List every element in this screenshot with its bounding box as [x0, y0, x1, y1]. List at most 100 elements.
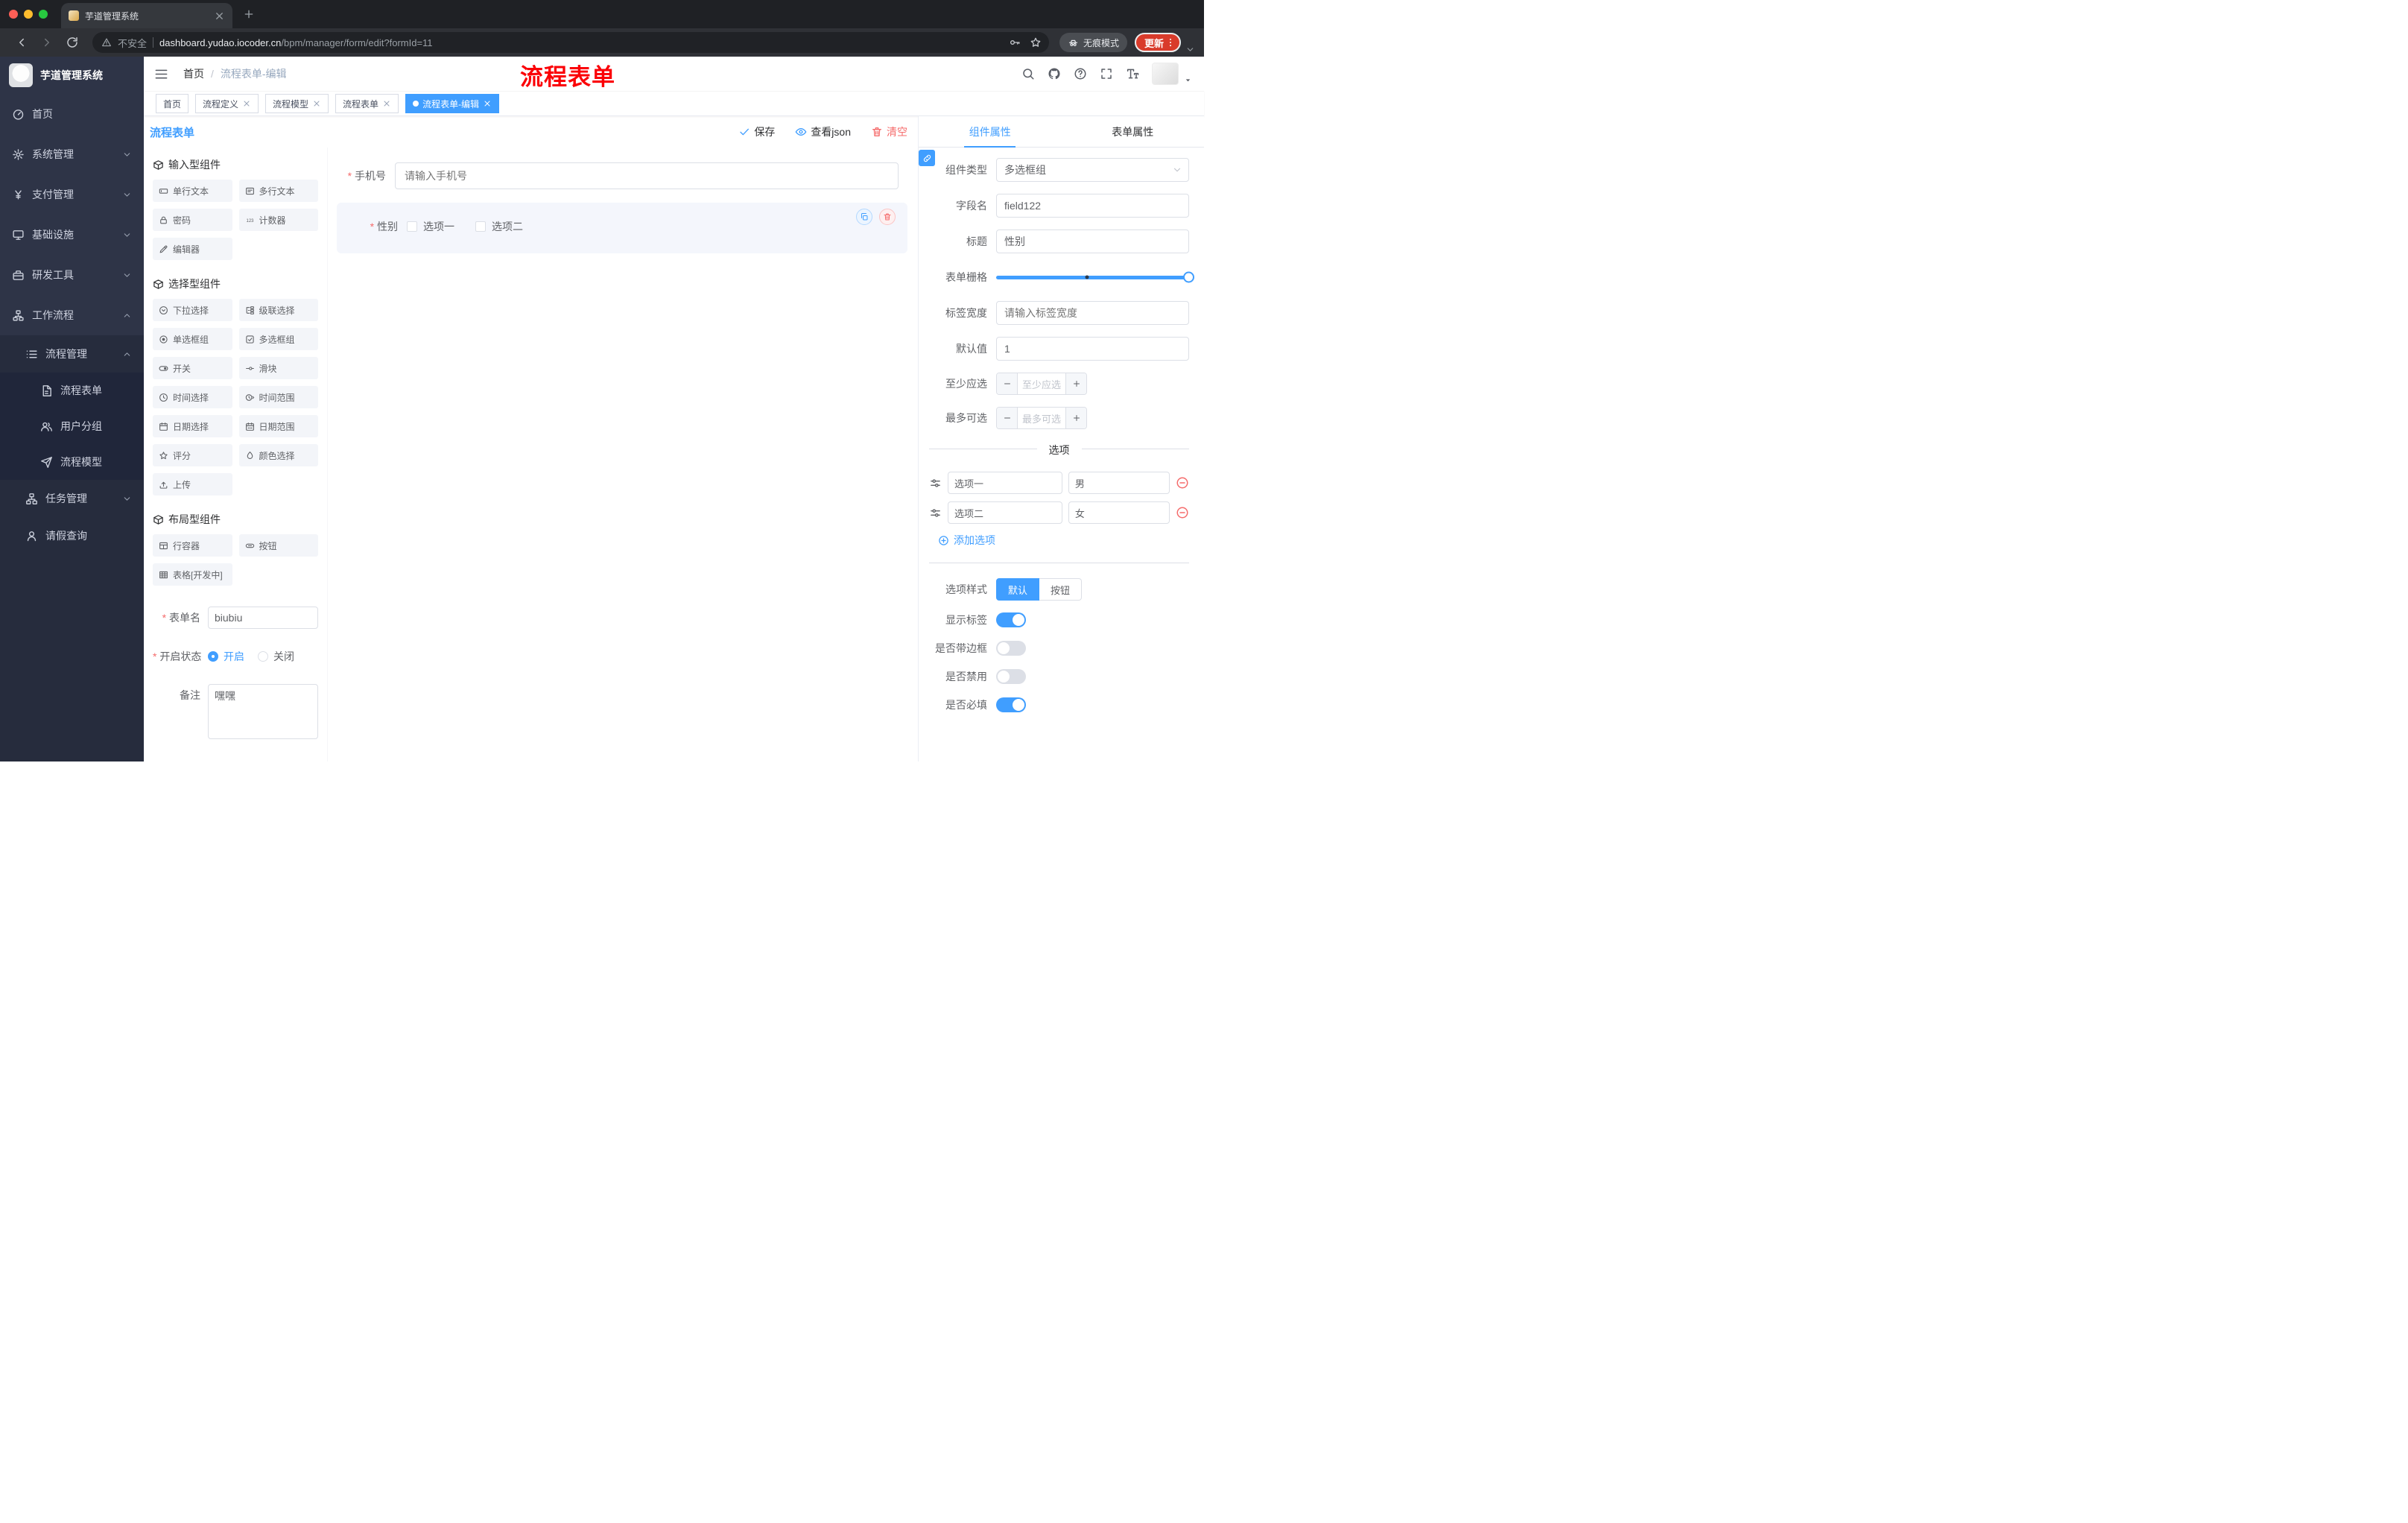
- password-key-icon[interactable]: [1009, 37, 1021, 48]
- form-name-input[interactable]: [208, 607, 318, 629]
- default-value-input[interactable]: [996, 337, 1189, 361]
- font-size-icon[interactable]: [1126, 67, 1139, 80]
- status-on-radio[interactable]: 开启: [208, 649, 244, 664]
- github-icon[interactable]: [1048, 67, 1061, 80]
- browser-menu-dots-icon[interactable]: [1165, 37, 1176, 48]
- forward-button[interactable]: [40, 36, 54, 49]
- drag-handle-icon[interactable]: [929, 507, 942, 519]
- field-name-input[interactable]: [996, 194, 1189, 218]
- form-remark-textarea[interactable]: 嘿嘿: [208, 684, 318, 739]
- chip-time[interactable]: 时间选择: [153, 386, 232, 408]
- required-toggle[interactable]: [996, 697, 1026, 712]
- chip-password[interactable]: 密码: [153, 209, 232, 231]
- option-label-input[interactable]: [948, 472, 1062, 494]
- drag-handle-icon[interactable]: [929, 477, 942, 490]
- sidebar-item-leave-query[interactable]: 请假查询: [0, 517, 144, 554]
- tag-home[interactable]: 首页: [156, 94, 189, 113]
- sidebar-item-user-group[interactable]: 用户分组: [0, 408, 144, 444]
- stepper-increase-button[interactable]: [1065, 373, 1086, 394]
- gender-option-1-checkbox[interactable]: 选项一: [407, 219, 454, 234]
- chip-radio-group[interactable]: 单选框组: [153, 328, 232, 350]
- chip-date-range[interactable]: 日期范围: [238, 415, 318, 437]
- stepper-decrease-button[interactable]: [997, 373, 1018, 394]
- option-value-input[interactable]: [1068, 472, 1170, 494]
- breadcrumb-home[interactable]: 首页: [183, 66, 204, 81]
- reload-button[interactable]: [66, 36, 79, 49]
- style-default-button[interactable]: 默认: [996, 578, 1040, 601]
- chip-single-text[interactable]: 单行文本: [153, 180, 232, 202]
- stepper-increase-button[interactable]: [1065, 408, 1086, 428]
- style-button-button[interactable]: 按钮: [1039, 578, 1083, 601]
- phone-field-input[interactable]: [395, 162, 899, 189]
- help-icon[interactable]: [1074, 67, 1087, 80]
- sidebar-logo[interactable]: 芋道管理系统: [0, 57, 144, 94]
- search-icon[interactable]: [1021, 67, 1035, 80]
- window-close-button[interactable]: [9, 10, 18, 19]
- fullscreen-icon[interactable]: [1100, 67, 1113, 80]
- tag-process-model[interactable]: 流程模型: [265, 94, 329, 113]
- chip-date[interactable]: 日期选择: [153, 415, 232, 437]
- chip-color[interactable]: 颜色选择: [238, 444, 318, 466]
- new-tab-button[interactable]: [243, 8, 255, 20]
- sidebar-collapse-icon[interactable]: [154, 67, 168, 81]
- address-bar[interactable]: 不安全 dashboard.yudao.iocoder.cn/bpm/manag…: [92, 32, 1049, 53]
- tab-form-props[interactable]: 表单属性: [1062, 116, 1205, 147]
- copy-component-button[interactable]: [856, 209, 872, 225]
- chip-table[interactable]: 表格[开发中]: [153, 563, 232, 586]
- chip-rate[interactable]: 评分: [153, 444, 232, 466]
- avatar-caret-icon[interactable]: [1184, 76, 1192, 84]
- sidebar-item-payment-mgmt[interactable]: 支付管理: [0, 174, 144, 215]
- slider-knob[interactable]: [1183, 271, 1194, 283]
- clear-button[interactable]: 清空: [871, 124, 907, 139]
- tag-close-icon[interactable]: [312, 99, 321, 108]
- stepper-placeholder[interactable]: 至少应选: [1018, 373, 1065, 394]
- add-option-link[interactable]: 添加选项: [938, 533, 1189, 548]
- gender-option-2-checkbox[interactable]: 选项二: [475, 219, 523, 234]
- chip-button[interactable]: 按钮: [238, 534, 318, 557]
- chip-slider[interactable]: 滑块: [238, 357, 318, 379]
- bookmark-star-icon[interactable]: [1030, 37, 1042, 48]
- tag-close-icon[interactable]: [382, 99, 391, 108]
- user-avatar[interactable]: [1152, 63, 1179, 85]
- sidebar-item-workflow[interactable]: 工作流程: [0, 295, 144, 335]
- border-toggle[interactable]: [996, 641, 1026, 656]
- chip-upload[interactable]: 上传: [153, 473, 232, 495]
- tab-component-props[interactable]: 组件属性: [919, 116, 1062, 148]
- browser-update-button[interactable]: 更新: [1134, 33, 1181, 52]
- chip-row-container[interactable]: 行容器: [153, 534, 232, 557]
- chip-switch[interactable]: 开关: [153, 357, 232, 379]
- status-off-radio[interactable]: 关闭: [258, 649, 294, 664]
- chip-select[interactable]: 下拉选择: [153, 299, 232, 321]
- tag-close-icon[interactable]: [242, 99, 251, 108]
- browser-tab[interactable]: 芋道管理系统: [61, 3, 232, 28]
- stepper-placeholder[interactable]: 最多可选: [1018, 408, 1065, 428]
- chip-cascader[interactable]: 级联选择: [238, 299, 318, 321]
- component-type-select[interactable]: 多选框组: [996, 158, 1189, 182]
- chip-editor[interactable]: 编辑器: [153, 238, 232, 260]
- tag-process-form[interactable]: 流程表单: [335, 94, 399, 113]
- delete-component-button[interactable]: [879, 209, 896, 225]
- component-link-badge[interactable]: [919, 150, 935, 166]
- tab-close-icon[interactable]: [214, 10, 225, 22]
- disabled-toggle[interactable]: [996, 669, 1026, 684]
- sidebar-item-dev-tools[interactable]: 研发工具: [0, 255, 144, 295]
- sidebar-item-infrastructure[interactable]: 基础设施: [0, 215, 144, 255]
- tag-process-form-edit[interactable]: 流程表单-编辑: [405, 94, 500, 113]
- sidebar-item-task-mgmt[interactable]: 任务管理: [0, 480, 144, 517]
- option-value-input[interactable]: [1068, 501, 1170, 524]
- toolbar-overflow-icon[interactable]: [1185, 45, 1195, 54]
- phone-field-row[interactable]: 手机号: [337, 162, 907, 189]
- tag-close-icon[interactable]: [483, 99, 492, 108]
- option-label-input[interactable]: [948, 501, 1062, 524]
- chip-checkbox-group[interactable]: 多选框组: [238, 328, 318, 350]
- save-button[interactable]: 保存: [738, 124, 775, 139]
- chip-time-range[interactable]: 时间范围: [238, 386, 318, 408]
- form-canvas[interactable]: 手机号 性别: [327, 148, 918, 762]
- remove-option-button[interactable]: [1176, 476, 1189, 490]
- sidebar-item-process-mgmt[interactable]: 流程管理: [0, 335, 144, 373]
- chip-counter[interactable]: 123 计数器: [238, 209, 318, 231]
- view-json-button[interactable]: 查看json: [795, 124, 851, 139]
- remove-option-button[interactable]: [1176, 506, 1189, 519]
- back-button[interactable]: [15, 36, 28, 49]
- chip-multiline-text[interactable]: 多行文本: [238, 180, 318, 202]
